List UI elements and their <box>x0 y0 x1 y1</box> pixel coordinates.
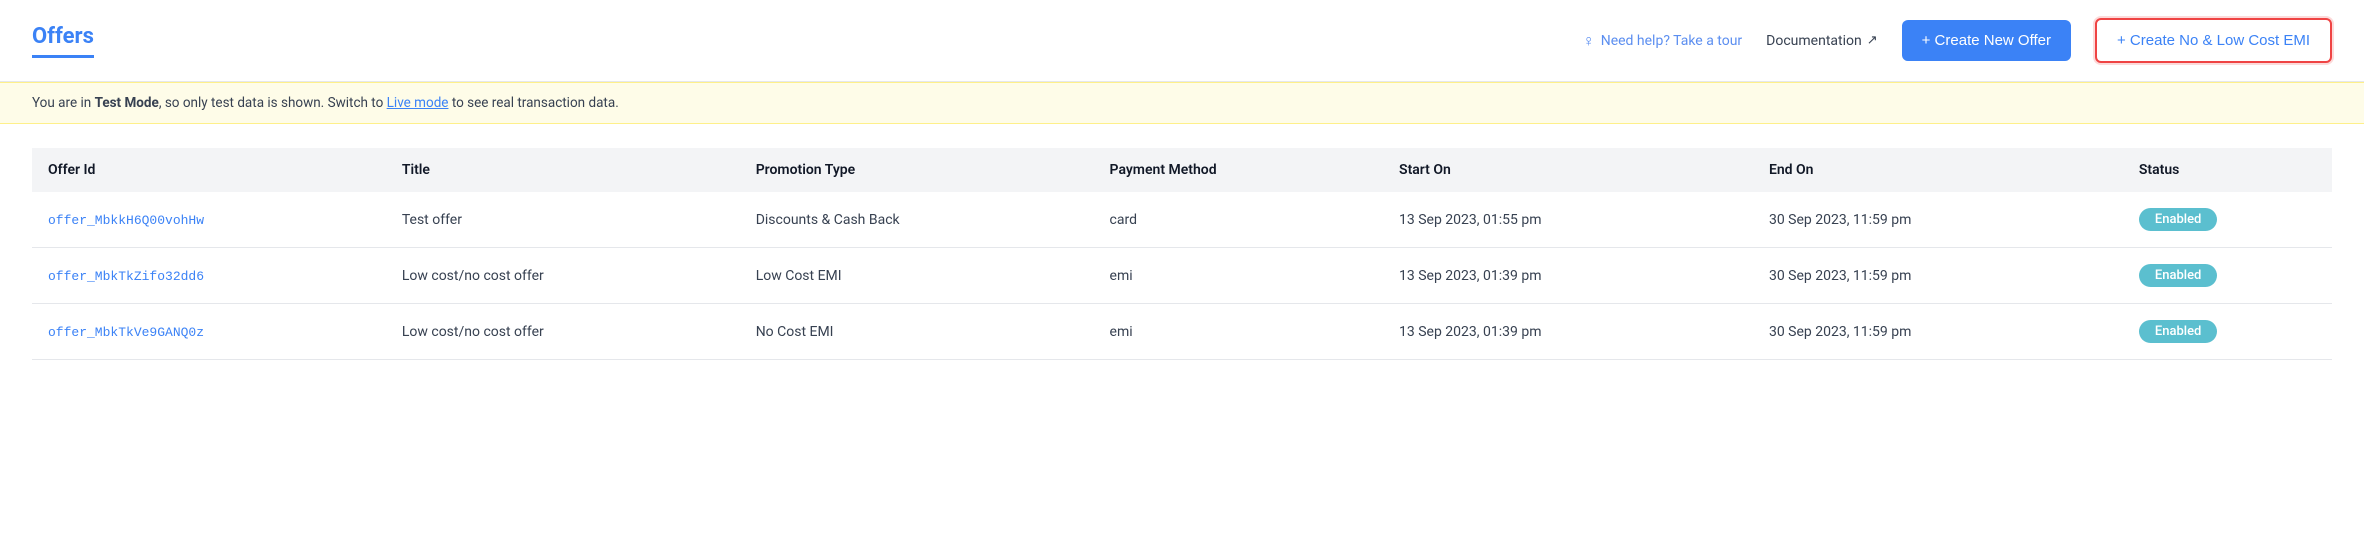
col-header-title: Title <box>386 148 740 192</box>
page-title: Offers <box>32 24 94 58</box>
help-icon: ♀ <box>1583 31 1595 51</box>
status-badge: Enabled <box>2139 208 2218 231</box>
cell-promotion-type: Discounts & Cash Back <box>740 192 1094 248</box>
cell-start-on: 13 Sep 2023, 01:39 pm <box>1383 248 1753 304</box>
offers-table-container: Offer Id Title Promotion Type Payment Me… <box>0 124 2364 384</box>
status-badge: Enabled <box>2139 264 2218 287</box>
table-header: Offer Id Title Promotion Type Payment Me… <box>32 148 2332 192</box>
cell-offer-id: offer_MbkTkVe9GANQ0z <box>32 304 386 360</box>
col-header-status: Status <box>2123 148 2332 192</box>
cell-start-on: 13 Sep 2023, 01:55 pm <box>1383 192 1753 248</box>
cell-promotion-type: Low Cost EMI <box>740 248 1094 304</box>
col-header-promotion-type: Promotion Type <box>740 148 1094 192</box>
col-header-start-on: Start On <box>1383 148 1753 192</box>
status-badge: Enabled <box>2139 320 2218 343</box>
create-emi-button[interactable]: + Create No & Low Cost EMI <box>2095 18 2332 63</box>
cell-status: Enabled <box>2123 248 2332 304</box>
cell-end-on: 30 Sep 2023, 11:59 pm <box>1753 192 2123 248</box>
cell-title: Test offer <box>386 192 740 248</box>
cell-end-on: 30 Sep 2023, 11:59 pm <box>1753 304 2123 360</box>
banner-suffix: to see real transaction data. <box>448 95 618 111</box>
external-link-icon: ↗ <box>1867 33 1878 48</box>
live-mode-link[interactable]: Live mode <box>387 95 449 111</box>
offer-id-link[interactable]: offer_MbkTkVe9GANQ0z <box>48 325 204 340</box>
table-body: offer_MbkkH6Q00vohHw Test offer Discount… <box>32 192 2332 360</box>
cell-promotion-type: No Cost EMI <box>740 304 1094 360</box>
cell-title: Low cost/no cost offer <box>386 248 740 304</box>
help-tour-link[interactable]: ♀ Need help? Take a tour <box>1583 31 1742 51</box>
col-header-offer-id: Offer Id <box>32 148 386 192</box>
banner-mode: Test Mode <box>95 95 159 111</box>
cell-title: Low cost/no cost offer <box>386 304 740 360</box>
table-row: offer_MbkkH6Q00vohHw Test offer Discount… <box>32 192 2332 248</box>
cell-payment-method: card <box>1094 192 1384 248</box>
cell-start-on: 13 Sep 2023, 01:39 pm <box>1383 304 1753 360</box>
create-new-offer-button[interactable]: + Create New Offer <box>1902 20 2071 61</box>
cell-payment-method: emi <box>1094 248 1384 304</box>
header-actions: ♀ Need help? Take a tour Documentation ↗… <box>1583 18 2332 63</box>
offer-id-link[interactable]: offer_MbkkH6Q00vohHw <box>48 213 204 228</box>
table-row: offer_MbkTkZifo32dd6 Low cost/no cost of… <box>32 248 2332 304</box>
col-header-end-on: End On <box>1753 148 2123 192</box>
table-row: offer_MbkTkVe9GANQ0z Low cost/no cost of… <box>32 304 2332 360</box>
col-header-payment-method: Payment Method <box>1094 148 1384 192</box>
cell-status: Enabled <box>2123 192 2332 248</box>
documentation-label: Documentation <box>1766 33 1862 49</box>
page-wrapper: Offers ♀ Need help? Take a tour Document… <box>0 0 2364 560</box>
cell-status: Enabled <box>2123 304 2332 360</box>
help-tour-label: Need help? Take a tour <box>1601 33 1742 49</box>
banner-middle: , so only test data is shown. Switch to <box>159 95 387 111</box>
table-header-row: Offer Id Title Promotion Type Payment Me… <box>32 148 2332 192</box>
documentation-link[interactable]: Documentation ↗ <box>1766 33 1877 49</box>
header: Offers ♀ Need help? Take a tour Document… <box>0 0 2364 82</box>
offer-id-link[interactable]: offer_MbkTkZifo32dd6 <box>48 269 204 284</box>
cell-payment-method: emi <box>1094 304 1384 360</box>
cell-end-on: 30 Sep 2023, 11:59 pm <box>1753 248 2123 304</box>
test-mode-banner: You are in Test Mode, so only test data … <box>0 82 2364 124</box>
banner-prefix: You are in <box>32 95 95 111</box>
cell-offer-id: offer_MbkTkZifo32dd6 <box>32 248 386 304</box>
cell-offer-id: offer_MbkkH6Q00vohHw <box>32 192 386 248</box>
offers-table: Offer Id Title Promotion Type Payment Me… <box>32 148 2332 360</box>
